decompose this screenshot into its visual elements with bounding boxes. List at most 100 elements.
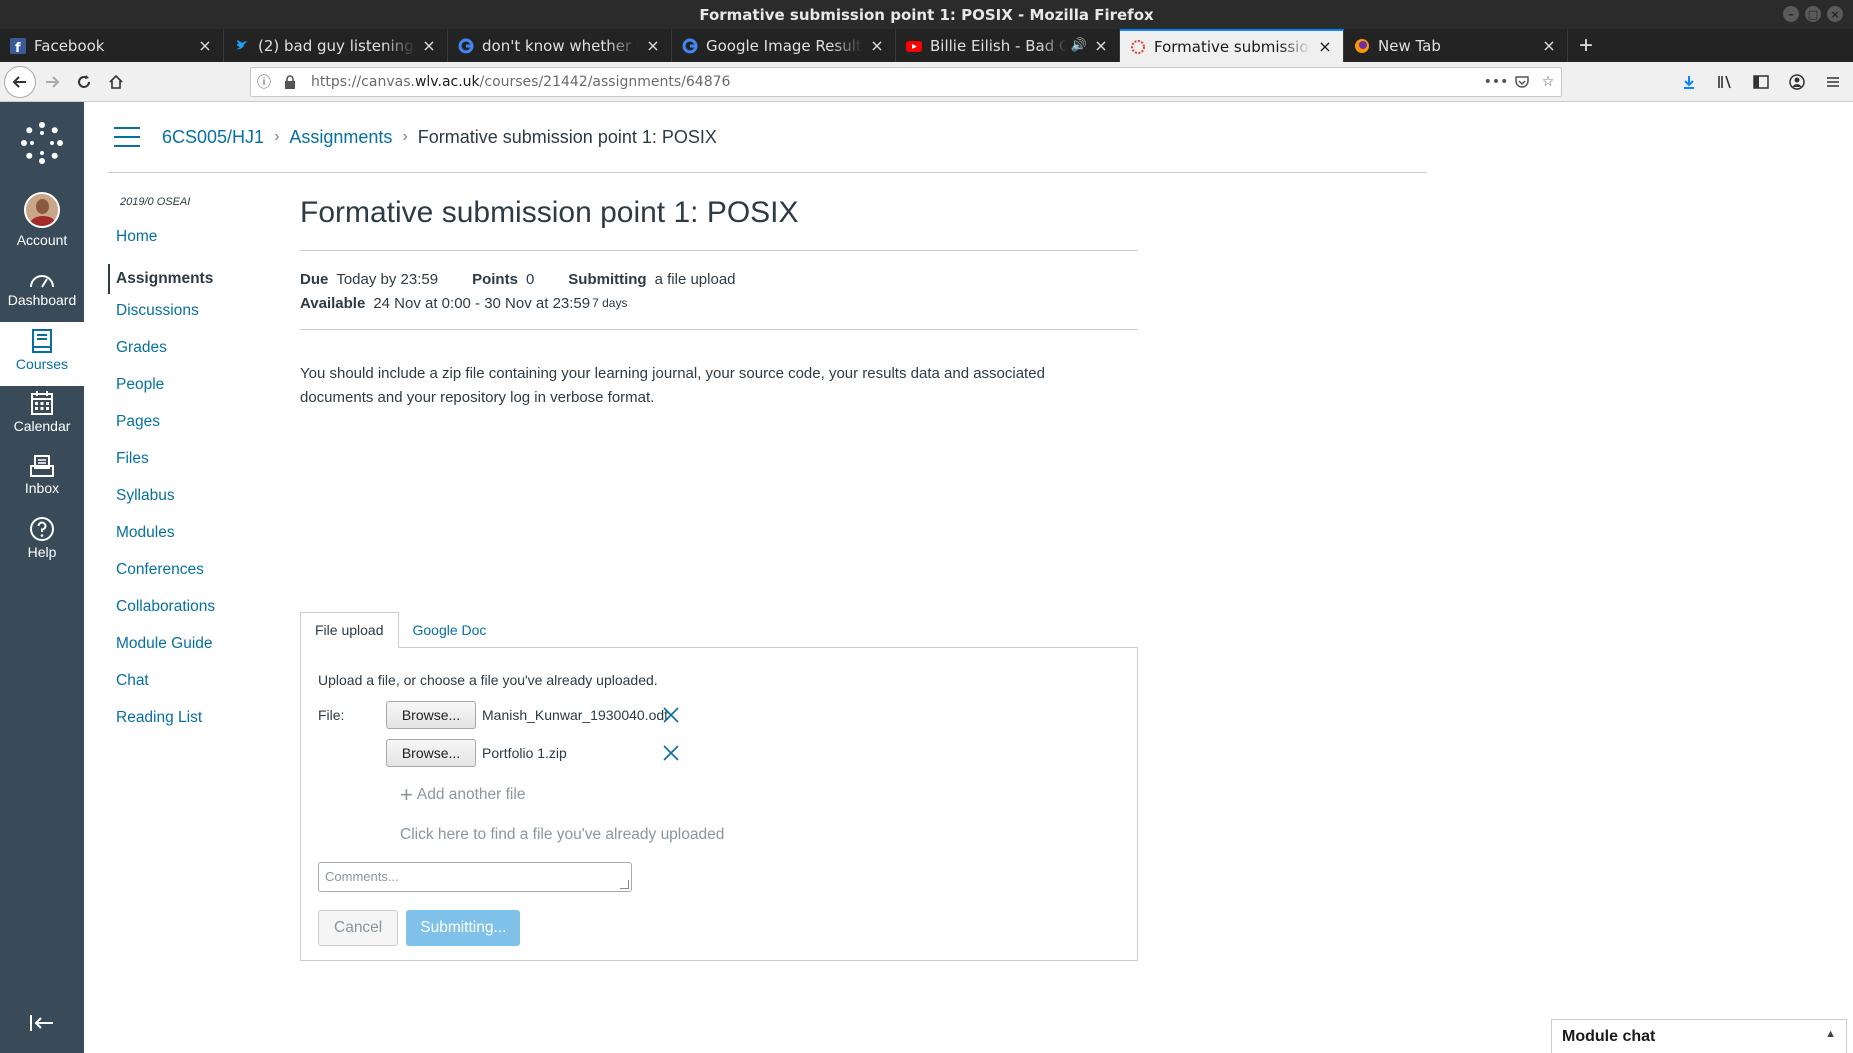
arrow-left-icon	[12, 75, 26, 88]
breadcrumb-current: Formative submission point 1: POSIX	[417, 126, 717, 147]
global-nav-label: Courses	[15, 356, 69, 372]
browser-tab-new-tab[interactable]: New Tab ×	[1344, 29, 1568, 62]
browse-button[interactable]: Browse...	[386, 739, 476, 767]
course-nav-modules[interactable]: Modules	[108, 523, 278, 560]
forward-button[interactable]	[36, 66, 68, 98]
url-text[interactable]: https://canvas.wlv.ac.uk/courses/21442/a…	[311, 74, 1483, 90]
remove-file-icon[interactable]	[660, 742, 682, 764]
global-nav-label: Account	[16, 232, 68, 248]
chevron-up-icon[interactable]: ▲	[1825, 1028, 1836, 1040]
global-nav-help[interactable]: Help	[0, 516, 84, 560]
back-button[interactable]	[4, 65, 36, 98]
new-tab-button[interactable]: +	[1568, 29, 1604, 62]
speaker-icon[interactable]: 🔊	[1071, 38, 1087, 53]
global-nav-dashboard[interactable]: Dashboard	[0, 270, 84, 308]
lock-icon[interactable]	[277, 75, 303, 89]
submit-button[interactable]: Submitting...	[406, 910, 521, 946]
file-upload-row: File: Browse... Manish_Kunwar_1930040.od…	[318, 700, 1120, 730]
course-nav-collaborations[interactable]: Collaborations	[108, 597, 278, 634]
course-nav-files[interactable]: Files	[108, 449, 278, 486]
tab-close-icon[interactable]: ×	[645, 37, 661, 54]
bookmark-star-icon[interactable]: ☆	[1535, 74, 1561, 90]
course-term: 2019/0 OSEAI	[120, 196, 191, 208]
remove-file-icon[interactable]	[660, 704, 682, 726]
course-nav: 2019/0 OSEAI Home Assignments Discussion…	[108, 196, 278, 745]
browser-tab-canvas[interactable]: Formative submission point ×	[1120, 29, 1344, 62]
tab-strip: f Facebook × (2) bad guy listening - Twi…	[0, 29, 1853, 62]
assignment-details: Due Today by 23:59 Points 0 Submitting a…	[300, 250, 1138, 330]
firefox-icon	[1354, 38, 1370, 54]
reload-button[interactable]	[68, 66, 100, 98]
downloads-icon[interactable]	[1673, 66, 1705, 98]
tab-google-doc[interactable]: Google Doc	[399, 612, 501, 648]
tab-title: don't know whether i am	[482, 36, 639, 55]
url-prefix: https://canvas.	[311, 74, 415, 90]
account-icon[interactable]	[1781, 66, 1813, 98]
course-nav-module-guide[interactable]: Module Guide	[108, 634, 278, 671]
maximize-button[interactable]: □	[1805, 6, 1821, 22]
tab-close-icon[interactable]: ×	[197, 37, 213, 54]
tab-title: Facebook	[34, 36, 105, 55]
file-upload-row: Browse... Portfolio 1.zip	[318, 738, 1120, 768]
breadcrumb-course[interactable]: 6CS005/HJ1	[162, 127, 264, 148]
browser-tab-twitter[interactable]: (2) bad guy listening - Twitter ×	[224, 29, 448, 62]
global-nav-inbox[interactable]: Inbox	[0, 454, 84, 496]
course-nav-conferences[interactable]: Conferences	[108, 560, 278, 597]
url-bar[interactable]: ⓘ https://canvas.wlv.ac.uk/courses/21442…	[250, 67, 1562, 97]
browser-tab-youtube[interactable]: Billie Eilish - Bad Guy 🔊 ×	[896, 29, 1120, 62]
tab-close-icon[interactable]: ×	[1093, 37, 1109, 54]
menu-icon[interactable]	[1817, 66, 1849, 98]
page-actions-icon[interactable]: •••	[1483, 74, 1509, 90]
courses-icon	[32, 329, 52, 353]
home-button[interactable]	[100, 66, 132, 98]
submitting-label: Submitting	[568, 270, 647, 288]
course-nav-assignments[interactable]: Assignments	[108, 264, 278, 294]
library-icon[interactable]	[1709, 66, 1741, 98]
course-nav-syllabus[interactable]: Syllabus	[108, 486, 278, 523]
module-chat-widget[interactable]: Module chat ▲	[1551, 1019, 1847, 1053]
collapse-nav-button[interactable]	[0, 1012, 84, 1038]
global-nav-account[interactable]: Account	[0, 192, 84, 248]
tab-close-icon[interactable]: ×	[869, 37, 885, 54]
minimize-button[interactable]: –	[1783, 6, 1799, 22]
browser-tab-google-image[interactable]: Google Image Result for ×	[672, 29, 896, 62]
browser-tab-google-search[interactable]: don't know whether i am ×	[448, 29, 672, 62]
due-label: Due	[300, 270, 329, 288]
browser-navbar: ⓘ https://canvas.wlv.ac.uk/courses/21442…	[0, 62, 1853, 102]
close-window-button[interactable]: ×	[1827, 6, 1843, 22]
course-nav-grades[interactable]: Grades	[108, 338, 278, 375]
hamburger-icon[interactable]	[114, 127, 140, 147]
find-uploaded-file-link[interactable]: Click here to find a file you've already…	[400, 826, 1120, 844]
cancel-button[interactable]: Cancel	[318, 910, 399, 946]
tab-close-icon[interactable]: ×	[1541, 37, 1557, 54]
course-nav-reading-list[interactable]: Reading List	[108, 708, 278, 745]
tab-close-icon[interactable]: ×	[421, 37, 437, 54]
course-nav-discussions[interactable]: Discussions	[108, 301, 278, 338]
home-icon	[109, 74, 123, 89]
global-nav-calendar[interactable]: Calendar	[0, 390, 84, 434]
info-icon[interactable]: ⓘ	[251, 72, 277, 92]
breadcrumb-assignments[interactable]: Assignments	[289, 127, 392, 148]
upload-instruction: Upload a file, or choose a file you've a…	[318, 672, 658, 688]
global-nav-courses[interactable]: Courses	[0, 322, 84, 386]
url-domain: wlv.ac.uk	[414, 74, 480, 90]
course-nav-people[interactable]: People	[108, 375, 278, 412]
add-another-file-link[interactable]: + Add another file	[400, 782, 1120, 808]
comments-textarea[interactable]: Comments...	[318, 862, 632, 892]
browse-button[interactable]: Browse...	[386, 701, 476, 729]
add-file-label: Add another file	[416, 786, 526, 803]
canvas-logo[interactable]	[0, 120, 84, 168]
course-nav-pages[interactable]: Pages	[108, 412, 278, 449]
course-nav-home[interactable]: Home	[108, 227, 278, 264]
points-label: Points	[472, 270, 518, 288]
pocket-icon[interactable]	[1509, 75, 1535, 89]
course-nav-chat[interactable]: Chat	[108, 671, 278, 708]
collapse-arrow-icon	[30, 1015, 53, 1031]
tab-file-upload[interactable]: File upload	[300, 612, 399, 648]
reload-icon	[78, 74, 90, 88]
sidebar-toggle-icon[interactable]	[1745, 66, 1777, 98]
tab-close-icon[interactable]: ×	[1317, 38, 1333, 55]
tab-title: Formative submission point	[1154, 37, 1311, 56]
selected-file-name: Manish_Kunwar_1930040.odt	[482, 707, 669, 723]
browser-tab-facebook[interactable]: f Facebook ×	[0, 29, 224, 62]
